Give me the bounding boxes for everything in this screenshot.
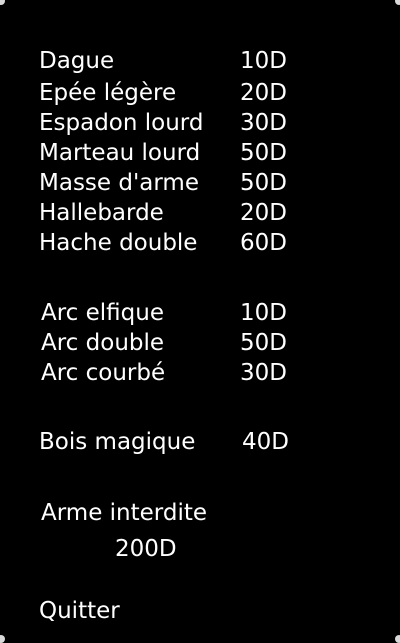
item-price: 10D bbox=[240, 300, 287, 326]
shop-item-arc-courbe[interactable]: Arc courbé 30D bbox=[0, 358, 400, 388]
item-name: Dague bbox=[39, 48, 115, 74]
item-name: Masse d'arme bbox=[39, 170, 199, 196]
item-price: 30D bbox=[240, 110, 287, 136]
shop-item-epee-legere[interactable]: Epée légère 20D bbox=[0, 78, 400, 108]
item-name: Hallebarde bbox=[39, 200, 164, 226]
shop-item-bois-magique[interactable]: Bois magique 40D bbox=[0, 427, 400, 457]
item-name: Bois magique bbox=[39, 429, 196, 455]
shop-item-espadon-lourd[interactable]: Espadon lourd 30D bbox=[0, 108, 400, 138]
corner-marker-top-right bbox=[395, 0, 400, 5]
item-price: 50D bbox=[240, 330, 287, 356]
shop-item-hache-double[interactable]: Hache double 60D bbox=[0, 228, 400, 258]
quit-button[interactable]: Quitter bbox=[39, 596, 120, 626]
shop-item-dague[interactable]: Dague 10D bbox=[0, 46, 400, 76]
corner-marker-bottom-right bbox=[395, 635, 400, 643]
item-name: Epée légère bbox=[39, 80, 177, 106]
item-price: 20D bbox=[240, 80, 287, 106]
shop-item-arc-elfique[interactable]: Arc elfique 10D bbox=[0, 298, 400, 328]
item-name: Arc elfique bbox=[41, 300, 164, 326]
shop-item-marteau-lourd[interactable]: Marteau lourd 50D bbox=[0, 138, 400, 168]
item-name: Marteau lourd bbox=[39, 140, 201, 166]
item-name: Arc courbé bbox=[41, 360, 166, 386]
item-price: 20D bbox=[240, 200, 287, 226]
item-price: 200D bbox=[115, 536, 177, 562]
shop-item-arc-double[interactable]: Arc double 50D bbox=[0, 328, 400, 358]
corner-marker-bottom-left bbox=[0, 635, 5, 643]
item-name: Hache double bbox=[39, 230, 198, 256]
corner-marker-top-left bbox=[0, 0, 5, 5]
item-name: Arc double bbox=[41, 330, 165, 356]
item-price: 40D bbox=[242, 429, 289, 455]
item-price: 60D bbox=[240, 230, 287, 256]
item-price: 10D bbox=[240, 48, 287, 74]
item-price: 30D bbox=[240, 360, 287, 386]
shop-item-hallebarde[interactable]: Hallebarde 20D bbox=[0, 198, 400, 228]
shop-item-masse-d-arme[interactable]: Masse d'arme 50D bbox=[0, 168, 400, 198]
item-name: Arme interdite bbox=[41, 500, 207, 526]
item-name: Espadon lourd bbox=[39, 110, 204, 136]
item-price: 50D bbox=[240, 170, 287, 196]
item-price: 50D bbox=[240, 140, 287, 166]
